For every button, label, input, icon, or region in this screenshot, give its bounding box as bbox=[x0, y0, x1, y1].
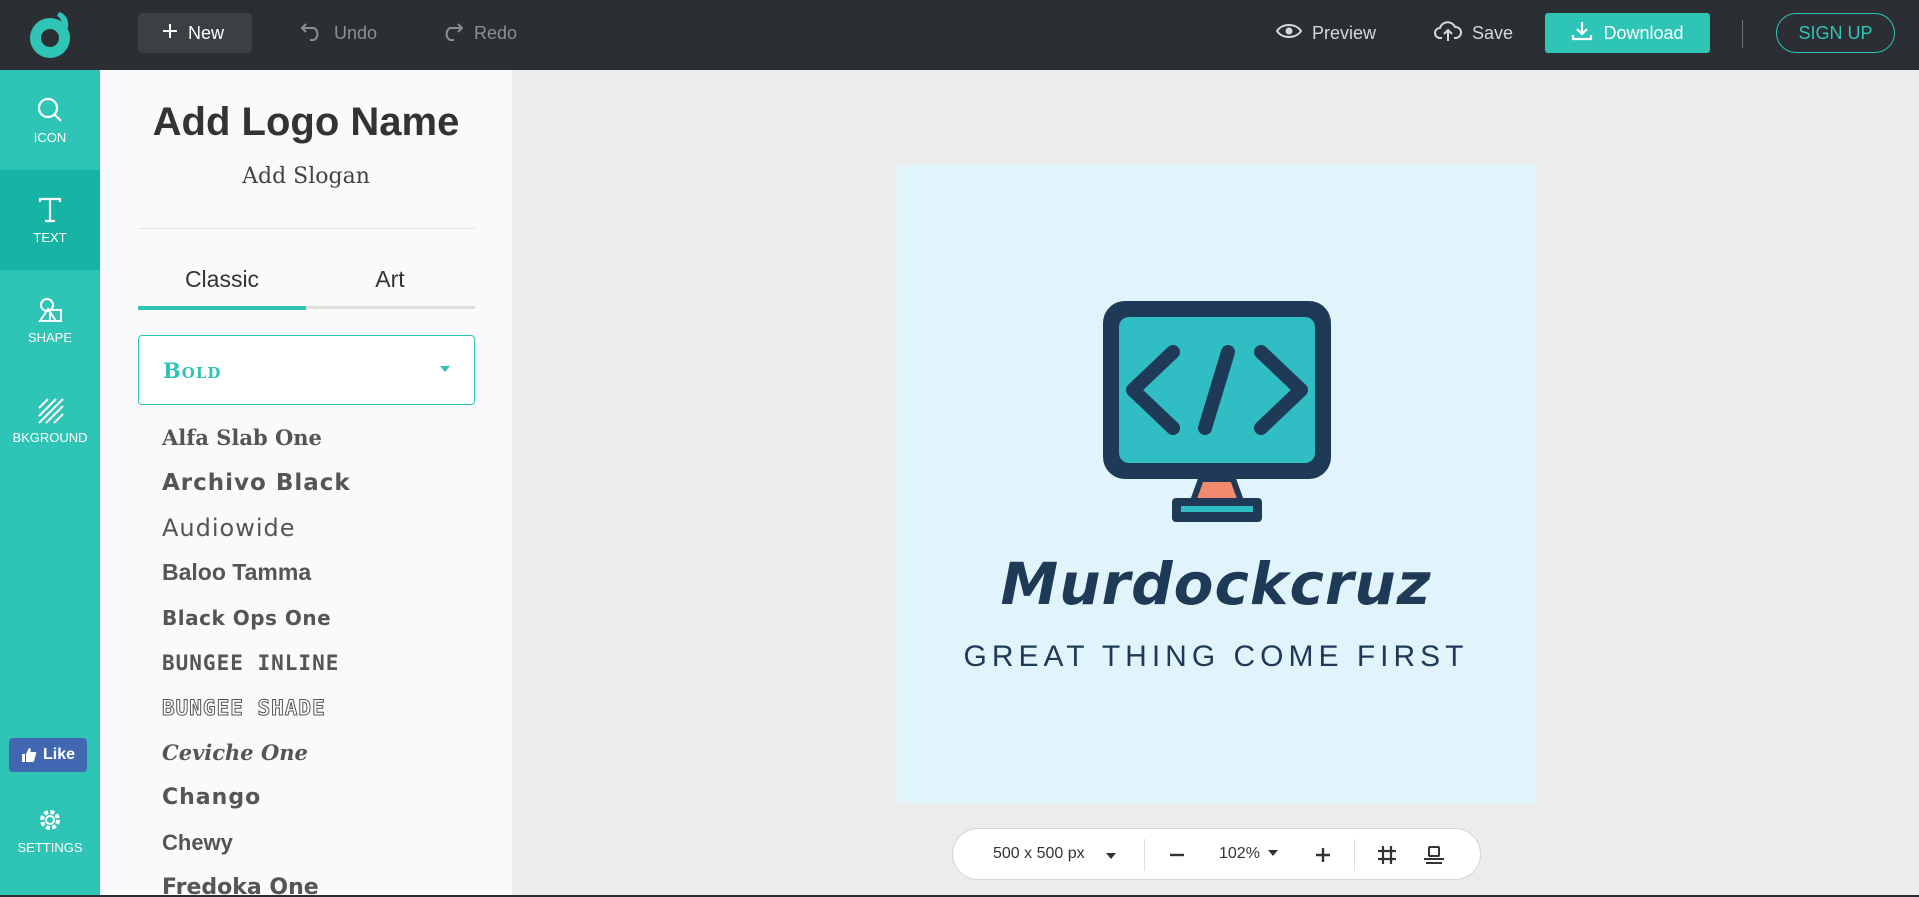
download-icon bbox=[1571, 21, 1593, 46]
plus-icon bbox=[1316, 848, 1330, 862]
font-category-select[interactable]: Bold bbox=[138, 335, 475, 405]
undo-icon bbox=[300, 21, 324, 46]
tagline-text[interactable]: GREAT THING COME FIRST bbox=[897, 640, 1535, 674]
preview-button[interactable]: Preview bbox=[1275, 13, 1377, 53]
preview-label: Preview bbox=[1312, 22, 1377, 43]
gear-icon bbox=[40, 809, 60, 830]
save-label: Save bbox=[1472, 22, 1514, 43]
font-item-chewy[interactable]: Chewy bbox=[162, 820, 482, 865]
top-toolbar: New Undo Redo Preview Save Download SIGN… bbox=[0, 0, 1919, 70]
font-item-chango[interactable]: Chango bbox=[162, 775, 482, 820]
shape-icon bbox=[38, 297, 62, 322]
new-label: New bbox=[188, 22, 225, 43]
sidebar-item-icon[interactable]: ICON bbox=[0, 70, 100, 170]
download-label: Download bbox=[1603, 22, 1684, 43]
font-item-ceviche-one[interactable]: Ceviche One bbox=[162, 730, 482, 775]
zoom-caret-icon[interactable] bbox=[1268, 850, 1278, 856]
download-button[interactable]: Download bbox=[1545, 13, 1710, 53]
like-label: Like bbox=[42, 746, 75, 763]
font-item-bungee-inline[interactable]: BUNGEE INLINE bbox=[162, 640, 482, 685]
font-item-alfa-slab-one[interactable]: Alfa Slab One bbox=[162, 415, 482, 460]
font-item-archivo-black[interactable]: Archivo Black bbox=[162, 460, 482, 505]
app-logo[interactable] bbox=[26, 8, 76, 60]
facebook-like-button[interactable]: Like bbox=[9, 738, 87, 772]
panel-divider bbox=[138, 228, 475, 229]
new-button[interactable]: New bbox=[138, 13, 252, 53]
font-item-bungee-shade[interactable]: BUNGEE SHADE bbox=[162, 685, 482, 730]
redo-button[interactable]: Redo bbox=[440, 13, 517, 53]
sidebar-item-label: ICON bbox=[33, 129, 67, 145]
font-item-baloo-tamma[interactable]: Baloo Tamma bbox=[162, 550, 482, 595]
undo-label: Undo bbox=[334, 22, 378, 43]
undo-button[interactable]: Undo bbox=[300, 13, 377, 53]
text-panel: Add Logo Name Add Slogan Classic Art Bol… bbox=[100, 70, 512, 897]
canvas-toolbar: 500 x 500 px 102% bbox=[952, 828, 1481, 880]
search-icon bbox=[37, 97, 62, 122]
font-item-audiowide[interactable]: Audiowide bbox=[162, 505, 482, 550]
sidebar-item-background[interactable]: BKGROUND bbox=[0, 370, 100, 470]
slogan-input[interactable]: Add Slogan bbox=[100, 164, 512, 189]
brand-name-text[interactable]: Murdockcruz bbox=[897, 550, 1535, 618]
font-item-fredoka-one[interactable]: Fredoka One bbox=[162, 865, 482, 897]
signup-button[interactable]: SIGN UP bbox=[1776, 13, 1895, 53]
grid-toggle-button[interactable] bbox=[1373, 841, 1401, 869]
logo-canvas[interactable]: Murdockcruz GREAT THING COME FIRST bbox=[897, 165, 1535, 803]
save-button[interactable]: Save bbox=[1434, 13, 1513, 53]
chevron-down-icon bbox=[440, 366, 450, 372]
font-style-tabs: Classic Art bbox=[138, 266, 475, 310]
eye-icon bbox=[1275, 22, 1303, 45]
grid-icon bbox=[1378, 846, 1396, 864]
zoom-level-select[interactable]: 102% bbox=[1219, 845, 1260, 863]
background-icon bbox=[38, 397, 64, 424]
tab-art[interactable]: Art bbox=[306, 266, 474, 293]
thumbs-up-icon bbox=[21, 748, 37, 762]
redo-label: Redo bbox=[474, 22, 518, 43]
sidebar-item-settings[interactable]: SETTINGS bbox=[0, 780, 100, 880]
plus-icon bbox=[162, 23, 178, 44]
computer-code-icon[interactable] bbox=[1101, 299, 1333, 529]
size-caret-icon[interactable] bbox=[1106, 853, 1116, 859]
font-category-value: Bold bbox=[163, 358, 222, 383]
zoom-in-button[interactable] bbox=[1309, 841, 1337, 869]
redo-icon bbox=[440, 21, 464, 46]
align-center-icon bbox=[1424, 846, 1444, 864]
logo-name-input[interactable]: Add Logo Name bbox=[100, 100, 512, 145]
sidebar-item-shape[interactable]: SHAPE bbox=[0, 270, 100, 370]
toolbar-divider bbox=[1742, 20, 1743, 48]
minus-icon bbox=[1170, 853, 1184, 857]
toolbar-divider bbox=[1144, 839, 1145, 871]
tab-classic[interactable]: Classic bbox=[138, 266, 306, 293]
font-list: Alfa Slab One Archivo Black Audiowide Ba… bbox=[162, 415, 482, 897]
sidebar-item-text[interactable]: TEXT bbox=[0, 170, 100, 270]
zoom-out-button[interactable] bbox=[1163, 841, 1191, 869]
sidebar-item-label: BKGROUND bbox=[12, 429, 88, 445]
align-button[interactable] bbox=[1420, 841, 1448, 869]
tool-sidebar: ICON TEXT SHAPE BKGROUND Like SETTINGS bbox=[0, 70, 100, 897]
sidebar-item-label: TEXT bbox=[33, 229, 67, 245]
sidebar-item-label: SHAPE bbox=[27, 329, 73, 345]
signup-label: SIGN UP bbox=[1798, 22, 1873, 43]
toolbar-divider bbox=[1354, 839, 1355, 871]
canvas-size-select[interactable]: 500 x 500 px bbox=[993, 845, 1085, 863]
tab-active-indicator bbox=[138, 306, 306, 310]
text-icon bbox=[38, 197, 62, 222]
font-item-black-ops-one[interactable]: Black Ops One bbox=[162, 595, 482, 640]
cloud-upload-icon bbox=[1434, 20, 1462, 47]
sidebar-item-label: SETTINGS bbox=[17, 839, 83, 855]
